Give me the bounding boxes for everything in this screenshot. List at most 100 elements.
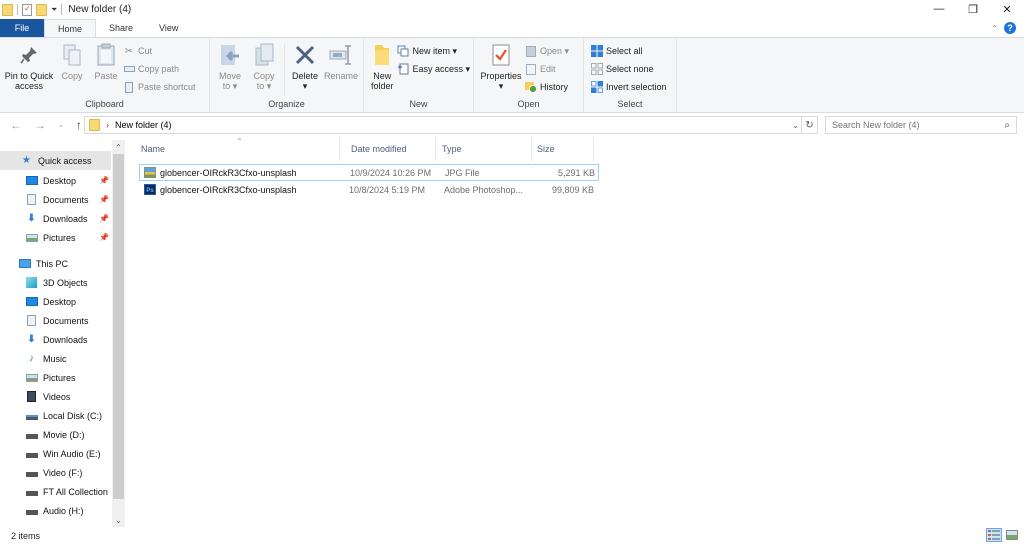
documents-icon [25,315,38,326]
nav-ft-all-collection[interactable]: FT All Collection [0,482,111,501]
nav-local-disk-c[interactable]: Local Disk (C:) [0,406,111,425]
clipboard-group: Pin to Quick access Copy Paste ✂ Cut Cop… [0,38,210,112]
file-row[interactable]: globencer-OIRckR3Cfxo-unsplash 10/9/2024… [139,164,599,181]
new-folder-qat-icon[interactable] [36,3,47,16]
properties-qat-icon[interactable] [22,3,32,16]
close-button[interactable]: ✕ [990,0,1024,18]
history-button[interactable]: History [525,79,569,95]
nav-this-pc[interactable]: This PC [0,254,111,273]
nav-qa-desktop[interactable]: Desktop 📌 [0,171,111,190]
nav-audio-h[interactable]: Audio (H:) [0,501,111,520]
open-button[interactable]: Open ▾ [525,43,569,59]
scroll-up-arrow[interactable]: ⌃ [112,140,125,154]
large-icons-view-button[interactable] [1004,528,1020,542]
pin-icon[interactable]: 📌 [99,233,109,242]
clipboard-group-label: Clipboard [85,99,124,109]
new-item-button[interactable]: New item ▾ [397,43,470,59]
maximize-button[interactable]: ❐ [956,0,990,18]
ribbon: Pin to Quick access Copy Paste ✂ Cut Cop… [0,38,1024,113]
refresh-button[interactable]: ↻ [801,117,817,133]
tab-home[interactable]: Home [44,19,97,37]
breadcrumb-current-folder[interactable]: New folder (4) [115,120,172,130]
details-view-button[interactable] [986,528,1002,542]
nav-qa-documents[interactable]: Documents 📌 [0,190,111,209]
paste-button[interactable]: Paste [89,42,123,81]
pin-to-quick-access-button[interactable]: Pin to Quick access [3,42,55,91]
file-row[interactable]: Ps globencer-OIRckR3Cfxo-unsplash 10/8/2… [139,181,599,198]
file-name: globencer-OIRckR3Cfxo-unsplash [160,184,297,195]
pin-icon[interactable]: 📌 [99,176,109,185]
easy-access-button[interactable]: Easy access ▾ [397,61,470,77]
title-bar: ⏷ New folder (4) — ❐ ✕ [0,0,1024,19]
nav-desktop[interactable]: Desktop [0,292,111,311]
music-icon: ♪ [29,353,34,364]
scroll-down-arrow[interactable]: ⌄ [112,513,125,527]
nav-music[interactable]: ♪ Music [0,349,111,368]
move-to-button[interactable]: Move to ▾ [213,42,247,91]
nav-movie-d[interactable]: Movie (D:) [0,425,111,444]
scrollbar-thumb[interactable] [113,154,124,499]
tab-view[interactable]: View [146,19,191,37]
select-group-label: Select [617,99,643,109]
properties-button[interactable]: Properties ▾ [477,42,525,91]
jpg-file-icon [144,167,156,178]
navigation-pane-scrollbar[interactable]: ⌃ ⌄ [112,140,125,527]
customize-qat-icon[interactable]: ⏷ [51,5,57,15]
nav-downloads[interactable]: ⬇ Downloads [0,330,111,349]
column-header-size[interactable]: Size [532,137,594,161]
edit-button[interactable]: Edit [525,61,569,77]
desktop-icon [25,296,38,307]
pin-icon[interactable]: 📌 [99,214,109,223]
back-button[interactable]: ← [10,118,22,132]
nav-3d-objects[interactable]: 3D Objects [0,273,111,292]
search-input[interactable] [832,120,992,130]
file-type: Adobe Photoshop... [444,184,524,195]
file-list: ⌃ Name Date modified Type Size globencer… [130,137,1024,527]
tab-share[interactable]: Share [96,19,146,37]
rename-button[interactable]: Rename [322,42,360,81]
tab-file[interactable]: File [0,19,44,37]
nav-quick-access[interactable]: ★ Quick access [0,151,111,170]
nav-pictures[interactable]: Pictures [0,368,111,387]
copy-button[interactable]: Copy [55,42,89,81]
rename-icon [329,42,353,68]
help-icon[interactable]: ? [1004,22,1016,34]
column-header-type[interactable]: Type [436,137,532,161]
recent-locations-button[interactable]: ⌄ [58,121,64,129]
invert-selection-button[interactable]: Invert selection [591,79,667,95]
new-folder-button[interactable]: New folder [367,42,397,91]
cut-button[interactable]: ✂ Cut [123,43,196,59]
status-bar: 2 items [0,527,1024,544]
copy-to-button[interactable]: Copy to ▾ [247,42,281,91]
column-header-date-modified[interactable]: Date modified [340,137,436,161]
scissors-icon: ✂ [124,45,134,57]
delete-x-icon [293,42,317,68]
paste-shortcut-icon [123,81,135,93]
nav-video-f[interactable]: Video (F:) [0,463,111,482]
large-icons-view-icon [1006,530,1018,540]
up-button[interactable]: ↑ [76,118,82,132]
search-box[interactable]: ⌕ [825,116,1017,134]
copy-path-button[interactable]: Copy path [123,61,196,77]
forward-button[interactable]: → [34,118,46,132]
pin-icon[interactable]: 📌 [99,195,109,204]
nav-videos[interactable]: Videos [0,387,111,406]
paste-icon [94,42,118,68]
select-all-button[interactable]: Select all [591,43,667,59]
address-dropdown-icon[interactable]: ⌄ [792,121,799,130]
breadcrumb-separator[interactable]: › [106,120,109,130]
search-icon[interactable]: ⌕ [1004,120,1010,131]
collapse-ribbon-icon[interactable]: ⌃ [991,24,998,33]
nav-qa-downloads[interactable]: ⬇ Downloads 📌 [0,209,111,228]
minimize-button[interactable]: — [922,0,956,18]
delete-button[interactable]: Delete ▾ [288,42,322,91]
nav-documents[interactable]: Documents [0,311,111,330]
open-icon [525,45,537,57]
select-none-button[interactable]: Select none [591,61,667,77]
address-bar[interactable]: › New folder (4) ⌄ ↻ [84,116,818,134]
paste-shortcut-button[interactable]: Paste shortcut [123,79,196,95]
nav-qa-pictures[interactable]: Pictures 📌 [0,228,111,247]
column-header-name[interactable]: Name [130,137,340,161]
new-item-icon [397,45,409,57]
nav-win-audio-e[interactable]: Win Audio (E:) [0,444,111,463]
